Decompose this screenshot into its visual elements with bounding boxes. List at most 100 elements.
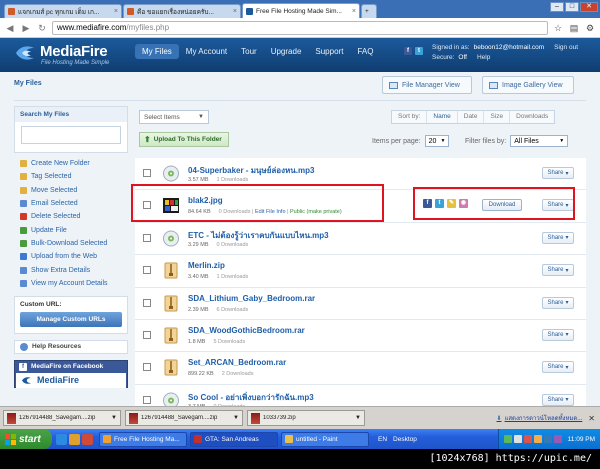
share-button[interactable]: Share ▾ [542, 328, 574, 341]
new-tab-button[interactable]: + [361, 4, 377, 18]
sort-option-downloads[interactable]: Downloads [510, 111, 554, 123]
browser-tab[interactable]: Free File Hosting Made Sim... × [242, 3, 360, 18]
reload-icon[interactable]: ↻ [36, 22, 48, 34]
file-row[interactable]: SDA_WoodGothicBedroom.rar 1.8 MB 5 Downloa… [135, 319, 586, 353]
file-checkbox[interactable] [143, 201, 151, 210]
file-checkbox[interactable] [143, 233, 151, 242]
edit-icon[interactable]: ✎ [447, 199, 456, 209]
forward-icon[interactable]: ▶ [20, 22, 32, 34]
minimize-button[interactable]: – [550, 2, 564, 12]
share-button[interactable]: Share ▾ [542, 199, 574, 212]
select-items-dropdown[interactable]: Select Items ▼ [139, 110, 209, 124]
sidebar-action[interactable]: Email Selected [14, 197, 128, 210]
sign-out-link[interactable]: Sign out [554, 43, 578, 53]
share-button[interactable]: Share ▾ [542, 231, 574, 244]
close-tab-icon[interactable]: × [352, 8, 356, 15]
file-name-link[interactable]: blak2.jpg [188, 196, 223, 205]
download-item[interactable]: 1033739.zip ▼ [247, 410, 365, 426]
share-button[interactable]: Share ▾ [542, 264, 574, 277]
chevron-down-icon[interactable]: ▼ [355, 415, 361, 421]
share-button[interactable]: Share ▾ [542, 167, 574, 179]
facebook-like-box[interactable]: MediaFire [16, 372, 126, 388]
file-checkbox[interactable] [143, 395, 151, 404]
help-resources-panel[interactable]: Help Resources [14, 339, 128, 354]
taskbar-window-button[interactable]: GTA: San Andreas [190, 431, 278, 447]
file-name-link[interactable]: 04-Superbaker - มนุษย์ล่องหน.mp3 [188, 164, 314, 177]
download-button[interactable]: Download [482, 199, 522, 212]
update-icon[interactable] [533, 435, 542, 443]
close-tab-icon[interactable]: × [114, 8, 118, 15]
file-name-link[interactable]: SDA_WoodGothicBedroom.rar [188, 326, 305, 335]
sort-option-date[interactable]: Date [458, 111, 485, 123]
sidebar-action[interactable]: Create New Folder [14, 157, 128, 170]
share-button[interactable]: Share ▾ [542, 393, 574, 406]
chevron-down-icon[interactable]: ▼ [111, 415, 117, 421]
manage-custom-urls-button[interactable]: Manage Custom URLs [20, 311, 122, 327]
nav-my-account[interactable]: My Account [179, 44, 234, 59]
sidebar-action[interactable]: Bulk-Download Selected [14, 237, 128, 250]
file-name-link[interactable]: Merlin.zip [188, 261, 225, 270]
twitter-share-icon[interactable]: t [435, 199, 444, 209]
nav-faq[interactable]: FAQ [350, 44, 380, 59]
browser-tab[interactable]: แจกเกมส์ pc ทุกเกม เต็ม เก... × [4, 4, 122, 18]
network-icon[interactable] [503, 435, 512, 443]
show-all-downloads-link[interactable]: ⬇ แสดงการดาวน์โหลดทั้งหมด... [497, 413, 587, 423]
page-menu-icon[interactable]: ▤ [568, 22, 580, 34]
file-checkbox[interactable] [143, 298, 151, 307]
folder-icon[interactable] [69, 433, 80, 445]
language-indicator[interactable]: EN [378, 436, 387, 443]
sidebar-action[interactable]: View my Account Details [14, 277, 128, 290]
share-button[interactable]: Share ▾ [542, 296, 574, 309]
desktop-toolbar[interactable]: Desktop [393, 436, 417, 443]
file-name-link[interactable]: Set_ARCAN_Bedroom.rar [188, 358, 286, 367]
maximize-button[interactable]: □ [565, 2, 579, 12]
image-gallery-view-button[interactable]: Image Gallery View [482, 76, 574, 94]
sort-option-size[interactable]: Size [484, 111, 511, 123]
file-checkbox[interactable] [143, 266, 151, 275]
mediafire-logo[interactable]: MediaFire File Hosting Made Simple [14, 42, 144, 68]
file-checkbox[interactable] [143, 330, 151, 339]
sort-option-name[interactable]: Name [427, 111, 458, 123]
file-manager-view-button[interactable]: File Manager View [382, 76, 472, 94]
file-row[interactable]: SDA_Lithium_Gaby_Bedroom.rar 2.39 MB 6 Dow… [135, 287, 586, 320]
chevron-down-icon[interactable]: ▼ [233, 415, 239, 421]
close-button[interactable]: ✕ [580, 2, 598, 12]
sidebar-action[interactable]: Move Selected [14, 184, 128, 197]
file-name-link[interactable]: SDA_Lithium_Gaby_Bedroom.rar [188, 294, 315, 303]
help-link[interactable]: Help [477, 53, 490, 63]
sidebar-action[interactable]: Upload from the Web [14, 250, 128, 263]
file-checkbox[interactable] [143, 169, 151, 177]
sidebar-action[interactable]: Update File [14, 223, 128, 236]
file-row[interactable]: ETC - ไม่ต้องรู้ว่าเราคบกันแบบไหน.mp3 3.2… [135, 222, 586, 256]
back-icon[interactable]: ◀ [4, 22, 16, 34]
upload-button[interactable]: ⬆ Upload To This Folder [139, 132, 229, 147]
nav-upgrade[interactable]: Upgrade [264, 44, 309, 59]
browser-tab[interactable]: คือ ขอแยกเรื่องหน่อยครับ... × [123, 4, 241, 18]
taskbar-window-button[interactable]: untitled - Paint [281, 431, 369, 447]
volume-icon[interactable] [513, 435, 522, 443]
close-tab-icon[interactable]: × [233, 8, 237, 15]
file-row[interactable]: 04-Superbaker - มนุษย์ล่องหน.mp3 3.57 MB 1… [135, 158, 586, 191]
ie-icon[interactable] [56, 433, 67, 445]
file-checkbox[interactable] [143, 363, 151, 372]
star-icon[interactable]: ☆ [552, 22, 564, 34]
nav-tour[interactable]: Tour [234, 44, 264, 59]
make-private-link[interactable]: (make private) [307, 209, 342, 215]
facebook-share-icon[interactable]: f [423, 199, 432, 209]
twitter-icon[interactable]: t [415, 47, 423, 55]
close-download-bar-button[interactable]: ✕ [588, 414, 600, 423]
sidebar-action[interactable]: Delete Selected [14, 210, 128, 223]
file-name-link[interactable]: ETC - ไม่ต้องรู้ว่าเราคบกันแบบไหน.mp3 [188, 229, 329, 242]
file-row[interactable]: Set_ARCAN_Bedroom.rar 899.22 KB 2 Download… [135, 352, 586, 385]
messenger-icon[interactable] [543, 435, 552, 443]
download-item[interactable]: 1267914488_Savegam....zip ▼ [3, 410, 121, 426]
edit-file-info-link[interactable]: Edit File Info [255, 209, 286, 215]
facebook-icon[interactable]: f [404, 47, 412, 55]
embed-icon[interactable]: ◉ [459, 199, 468, 209]
search-input[interactable] [21, 126, 121, 144]
start-button[interactable]: start [0, 429, 52, 449]
items-per-page-select[interactable]: 20 ▼ [424, 135, 450, 147]
taskbar-window-button[interactable]: Free File Hosting Ma... [99, 431, 187, 447]
media-icon[interactable] [82, 433, 93, 445]
secure-value[interactable]: Off [458, 53, 467, 63]
